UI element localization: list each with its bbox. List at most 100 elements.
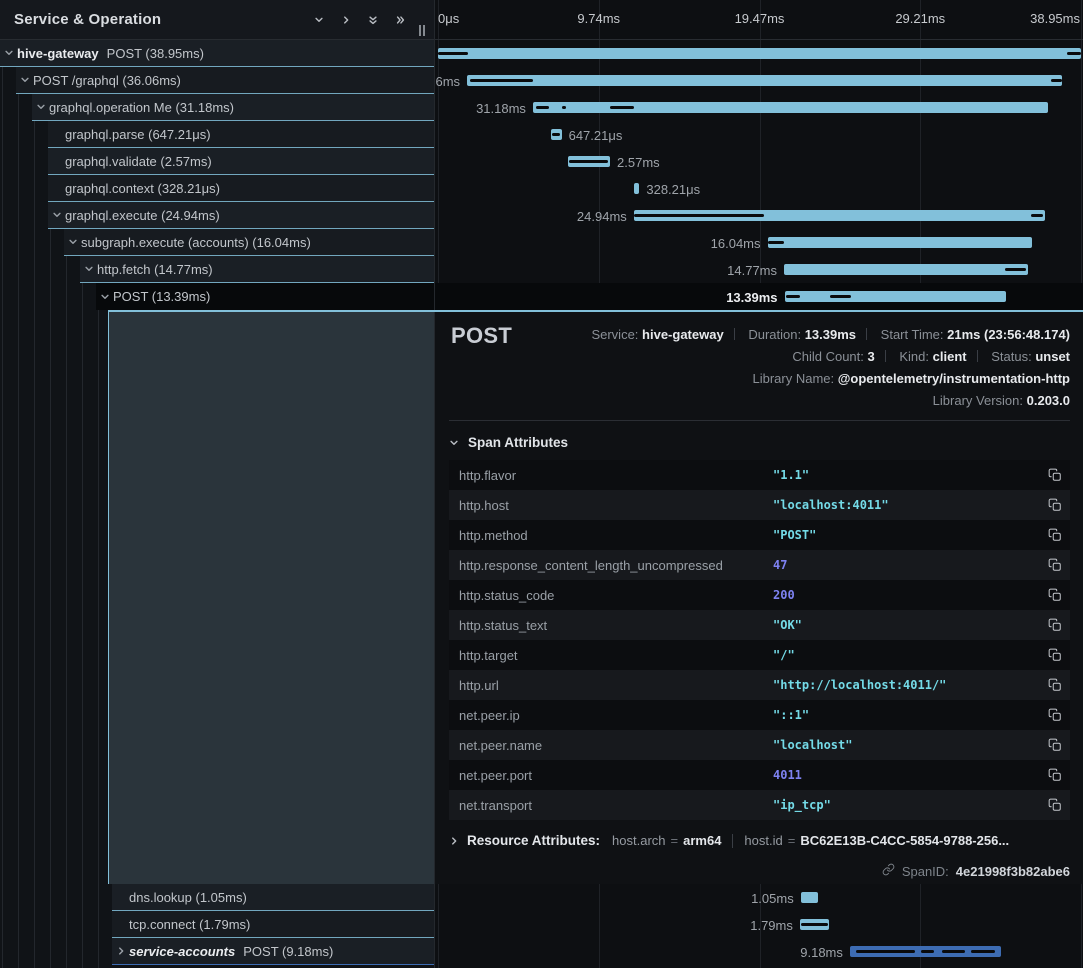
- span-duration-bar[interactable]: [784, 264, 1028, 275]
- meta-line-3: Library Name: @opentelemetry/instrumenta…: [591, 368, 1070, 390]
- copy-icon[interactable]: [1048, 798, 1062, 812]
- indent-guide: [18, 0, 19, 968]
- chevron-down-icon[interactable]: [51, 210, 63, 220]
- attribute-key: net.peer.name: [459, 738, 542, 753]
- critical-path-segment: [1005, 268, 1026, 271]
- waterfall-row: 24.94ms: [435, 202, 1083, 229]
- chevron-down-icon[interactable]: [35, 102, 47, 112]
- critical-path-segment: [562, 106, 566, 109]
- expand-all-icon-chevron-icon[interactable]: [395, 15, 406, 25]
- attribute-value: "ip_tcp": [773, 798, 831, 812]
- span-duration-label: 9.18ms: [800, 945, 843, 960]
- chevron-down-icon[interactable]: [83, 264, 95, 274]
- attribute-row: net.transport "ip_tcp": [449, 790, 1070, 820]
- attribute-key: http.target: [459, 648, 518, 663]
- critical-path-segment: [438, 52, 468, 55]
- span-row-name[interactable]: graphql.validate (2.57ms): [48, 148, 434, 175]
- start-time-value: 21ms (23:56:48.174): [947, 327, 1070, 342]
- chevron-down-icon[interactable]: [3, 48, 15, 58]
- span-duration-bar[interactable]: [634, 183, 639, 194]
- span-row-name[interactable]: hive-gatewayPOST (38.95ms): [0, 40, 434, 67]
- copy-icon[interactable]: [1048, 648, 1062, 662]
- operation-label: POST (9.18ms): [243, 944, 333, 959]
- copy-icon[interactable]: [1048, 468, 1062, 482]
- collapse-one-icon-chevron-icon[interactable]: [314, 15, 324, 25]
- duration-value: 13.39ms: [805, 327, 856, 342]
- attribute-key: net.transport: [459, 798, 532, 813]
- span-row-name[interactable]: graphql.parse (647.21μs): [48, 121, 434, 148]
- span-row-name[interactable]: graphql.operation Me (31.18ms): [32, 94, 434, 121]
- span-duration-label: 328.21μs: [646, 182, 700, 197]
- span-duration-label: 1.05ms: [751, 891, 794, 906]
- operation-label: tcp.connect (1.79ms): [129, 917, 250, 932]
- span-row-name[interactable]: graphql.execute (24.94ms): [48, 202, 434, 229]
- span-id-value: 4e21998f3b82abe6: [956, 864, 1070, 879]
- span-row-name[interactable]: http.fetch (14.77ms): [80, 256, 434, 283]
- resource-attr-value: BC62E13B-C4CC-5854-9788-256...: [800, 833, 1009, 848]
- span-duration-label: 36.06ms: [434, 74, 460, 89]
- link-icon[interactable]: [882, 863, 895, 879]
- attribute-value: "localhost:4011": [773, 498, 889, 512]
- span-row-name[interactable]: POST (13.39ms): [96, 283, 434, 310]
- attribute-value: "http://localhost:4011/": [773, 678, 946, 692]
- operation-label: subgraph.execute (accounts) (16.04ms): [81, 235, 311, 250]
- service-value: hive-gateway: [642, 327, 724, 342]
- copy-icon[interactable]: [1048, 708, 1062, 722]
- copy-icon[interactable]: [1048, 498, 1062, 512]
- resource-attr-key: host.arch: [612, 833, 665, 848]
- span-row-name[interactable]: service-accountsPOST (9.18ms): [112, 938, 434, 965]
- chevron-down-icon[interactable]: [19, 75, 31, 85]
- copy-icon[interactable]: [1048, 768, 1062, 782]
- span-row-name[interactable]: dns.lookup (1.05ms): [112, 884, 434, 911]
- tree-controls: [314, 0, 406, 40]
- span-duration-bar[interactable]: [801, 892, 818, 903]
- attribute-row: net.peer.name"localhost": [449, 730, 1070, 760]
- waterfall-row: 14.77ms: [435, 256, 1083, 283]
- meta-line-2: Child Count: 3 Kind: client Status: unse…: [591, 346, 1070, 368]
- collapse-all-icon-chevron-icon[interactable]: [368, 15, 378, 26]
- span-duration-bar[interactable]: [768, 237, 1033, 248]
- waterfall-row: 328.21μs: [435, 175, 1083, 202]
- column-resize-grip[interactable]: [419, 25, 425, 36]
- chevron-right-icon[interactable]: [115, 946, 127, 956]
- chevron-down-icon: [449, 438, 459, 448]
- equals-sign: =: [671, 833, 679, 848]
- span-duration-bar[interactable]: [438, 48, 1081, 59]
- attribute-value: 200: [773, 588, 795, 602]
- child-count-label: Child Count:: [792, 349, 864, 364]
- attribute-key: http.flavor: [459, 468, 516, 483]
- span-row-name[interactable]: POST /graphql (36.06ms): [16, 67, 434, 94]
- span-duration-bar[interactable]: [467, 75, 1062, 86]
- operation-label: POST (38.95ms): [107, 46, 204, 61]
- resource-attr-value: arm64: [683, 833, 721, 848]
- chevron-right-icon[interactable]: [449, 836, 459, 846]
- span-row-name[interactable]: graphql.context (328.21μs): [48, 175, 434, 202]
- chevron-down-icon[interactable]: [67, 237, 79, 247]
- selected-span-overlay: [108, 312, 434, 884]
- span-row-name[interactable]: tcp.connect (1.79ms): [112, 911, 434, 938]
- timeline-tick-label: 38.95ms: [1030, 11, 1080, 26]
- critical-path-segment: [786, 295, 801, 298]
- copy-icon[interactable]: [1048, 528, 1062, 542]
- copy-icon[interactable]: [1048, 678, 1062, 692]
- critical-path-segment: [856, 950, 915, 953]
- chevron-down-icon[interactable]: [99, 292, 111, 302]
- span-attributes-toggle[interactable]: Span Attributes: [449, 435, 568, 450]
- attribute-row: http.target"/": [449, 640, 1070, 670]
- copy-icon[interactable]: [1048, 738, 1062, 752]
- operation-label: dns.lookup (1.05ms): [129, 890, 247, 905]
- critical-path-segment: [1067, 52, 1081, 55]
- timeline-column: 0μs9.74ms19.47ms29.21ms38.95ms 36.06ms31…: [434, 0, 1083, 968]
- span-duration-label: 14.77ms: [727, 263, 777, 278]
- span-row-name[interactable]: subgraph.execute (accounts) (16.04ms): [64, 229, 434, 256]
- expand-one-icon-chevron-icon[interactable]: [341, 15, 351, 25]
- copy-icon[interactable]: [1048, 618, 1062, 632]
- attribute-value: "1.1": [773, 468, 809, 482]
- waterfall-row: 1.05ms: [435, 884, 1083, 911]
- operation-label: POST (13.39ms): [113, 289, 210, 304]
- copy-icon[interactable]: [1048, 588, 1062, 602]
- span-duration-bar[interactable]: [785, 291, 1006, 302]
- attribute-value: 4011: [773, 768, 802, 782]
- copy-icon[interactable]: [1048, 558, 1062, 572]
- attribute-row: http.status_code200: [449, 580, 1070, 610]
